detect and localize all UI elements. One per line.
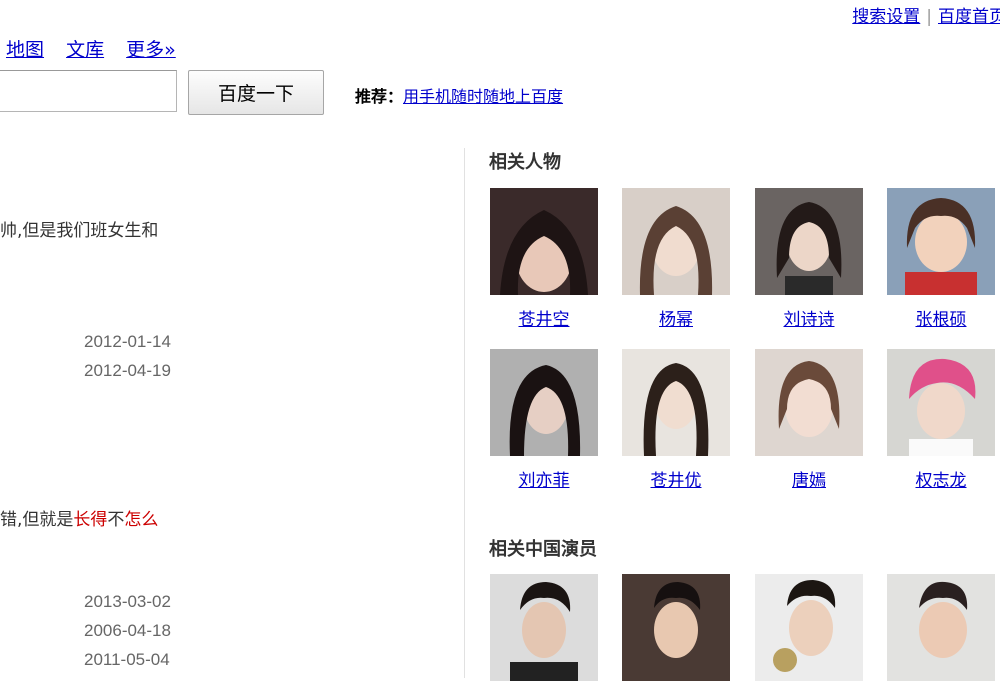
person-name[interactable]: 杨幂 (622, 305, 730, 330)
snippet-highlight: 长得 (73, 510, 108, 530)
snippet-part: 不 (107, 510, 125, 530)
snippet-part: 错,但就是 (0, 510, 74, 530)
person-card[interactable]: 苍井空 (490, 188, 598, 330)
snippet-highlight: 怎么 (124, 510, 159, 530)
person-name[interactable]: 权志龙 (887, 466, 995, 491)
baidu-home-link[interactable]: 百度首页 (938, 7, 1000, 27)
person-photo[interactable] (622, 188, 730, 295)
person-photo[interactable] (755, 188, 863, 295)
result-snippet-2: 错,但就是长得不怎么 (0, 505, 158, 530)
person-photo[interactable] (887, 188, 995, 295)
recommend-bar: 推荐：用手机随时随地上百度 (355, 83, 563, 107)
person-card[interactable]: 刘亦菲 (490, 349, 598, 491)
nav-link-more[interactable]: 更多» (126, 39, 176, 61)
recommend-link[interactable]: 用手机随时随地上百度 (403, 87, 563, 106)
person-card[interactable]: 杨幂 (622, 188, 730, 330)
result-snippet-1: 帅,但是我们班女生和 (0, 221, 159, 241)
person-photo[interactable] (887, 574, 995, 681)
column-divider (464, 148, 465, 678)
result-date-5: 2011-05-04 (84, 650, 170, 669)
person-card[interactable]: 苍井优 (622, 349, 730, 491)
top-links-separator: | (926, 7, 932, 27)
search-settings-link[interactable]: 搜索设置 (852, 7, 920, 27)
person-card[interactable] (887, 574, 995, 681)
person-photo[interactable] (490, 574, 598, 681)
person-photo[interactable] (490, 188, 598, 295)
nav-link-map[interactable]: 地图 (6, 39, 44, 61)
person-card[interactable]: 张根硕 (887, 188, 995, 330)
nav-links: 地图 文库 更多» (6, 35, 192, 62)
person-photo[interactable] (887, 349, 995, 456)
person-card[interactable]: 唐嫣 (755, 349, 863, 491)
person-card[interactable] (490, 574, 598, 681)
person-name[interactable]: 刘亦菲 (490, 466, 598, 491)
person-card[interactable]: 刘诗诗 (755, 188, 863, 330)
related-people-title: 相关人物 (489, 152, 561, 173)
nav-link-wenku[interactable]: 文库 (66, 39, 104, 61)
person-name[interactable]: 苍井优 (622, 466, 730, 491)
person-name[interactable]: 唐嫣 (755, 466, 863, 491)
person-name[interactable]: 张根硕 (887, 305, 995, 330)
person-card[interactable] (622, 574, 730, 681)
result-date-3: 2013-03-02 (84, 592, 171, 611)
person-photo[interactable] (490, 349, 598, 456)
result-date-1: 2012-01-14 (84, 332, 171, 351)
result-date-2: 2012-04-19 (84, 361, 171, 380)
result-date-4: 2006-04-18 (84, 621, 171, 640)
person-photo[interactable] (755, 574, 863, 681)
top-links: 搜索设置 | 百度首页 (852, 2, 1000, 27)
person-card[interactable]: 权志龙 (887, 349, 995, 491)
search-input[interactable] (0, 70, 177, 112)
person-photo[interactable] (622, 349, 730, 456)
person-photo[interactable] (622, 574, 730, 681)
person-photo[interactable] (755, 349, 863, 456)
related-actors-title: 相关中国演员 (489, 539, 597, 560)
person-name[interactable]: 刘诗诗 (755, 305, 863, 330)
person-card[interactable] (755, 574, 863, 681)
search-button[interactable]: 百度一下 (188, 70, 324, 115)
person-name[interactable]: 苍井空 (490, 305, 598, 330)
recommend-label: 推荐： (355, 87, 404, 106)
